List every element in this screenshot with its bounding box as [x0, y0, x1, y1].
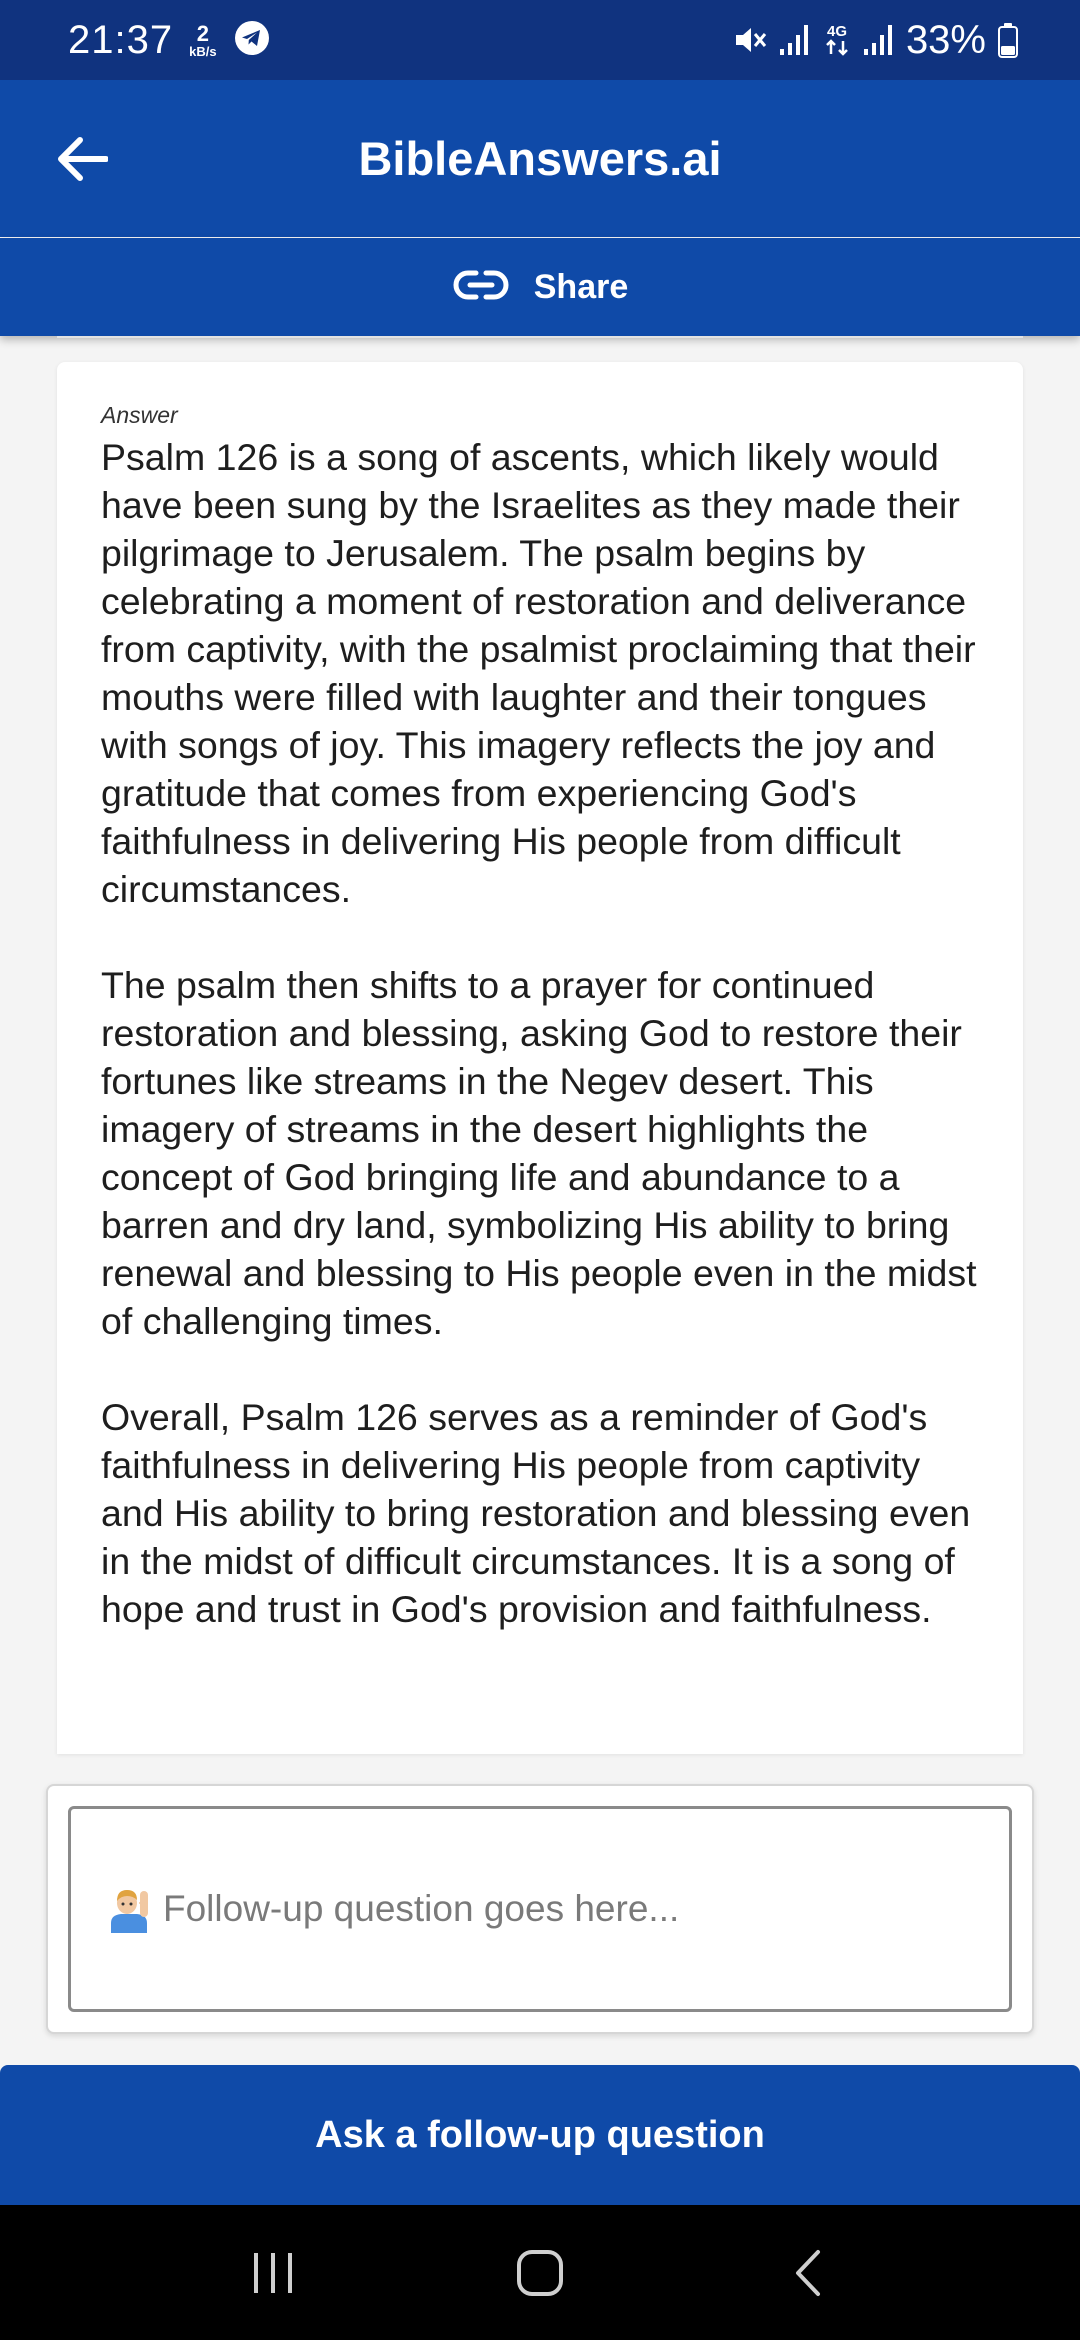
recent-apps-button[interactable] — [228, 2228, 318, 2318]
data-rate-value: 2 — [196, 20, 209, 46]
person-raising-hand-icon — [105, 1885, 153, 1933]
answer-paragraph: Overall, Psalm 126 serves as a reminder … — [101, 1396, 971, 1630]
answer-card: Answer Psalm 126 is a song of ascents, w… — [57, 362, 1023, 1754]
share-label: Share — [533, 267, 629, 306]
signal-icon — [779, 23, 810, 57]
home-button[interactable] — [495, 2228, 585, 2318]
battery-icon — [998, 22, 1018, 58]
follow-up-card — [46, 1784, 1034, 2034]
previous-card-edge — [57, 336, 1023, 338]
back-icon — [795, 2249, 820, 2296]
recent-apps-icon — [254, 2252, 293, 2293]
data-rate-unit: kB/s — [189, 43, 217, 59]
status-bar: 21:37 2 kB/s 4G 33% — [0, 0, 1080, 80]
answer-paragraph: The psalm then shifts to a prayer for co… — [101, 964, 977, 1342]
data-rate: 2 kB/s — [189, 20, 217, 59]
answer-text: Psalm 126 is a song of ascents, which li… — [101, 433, 979, 1633]
signal-icon — [863, 23, 894, 57]
status-left: 21:37 2 kB/s — [68, 18, 271, 63]
mute-icon — [732, 22, 768, 58]
ask-follow-up-label: Ask a follow-up question — [315, 2113, 765, 2156]
answer-paragraph: Psalm 126 is a song of ascents, which li… — [101, 436, 976, 910]
ask-follow-up-button[interactable]: Ask a follow-up question — [0, 2065, 1080, 2205]
nav-back-button[interactable] — [762, 2228, 852, 2318]
network-4g-icon: 4G — [822, 21, 852, 59]
home-icon — [516, 2249, 563, 2296]
back-button[interactable] — [52, 129, 112, 189]
follow-up-input[interactable] — [163, 1888, 963, 1930]
telegram-icon — [233, 19, 271, 62]
share-button[interactable]: Share — [0, 238, 1080, 336]
follow-up-input-box[interactable] — [68, 1806, 1012, 2012]
app-title: BibleAnswers.ai — [358, 132, 722, 185]
battery-percent: 33% — [905, 17, 986, 62]
app-bar: BibleAnswers.ai — [0, 80, 1080, 237]
link-icon — [452, 268, 510, 307]
system-nav-bar — [0, 2205, 1080, 2340]
status-right: 4G 33% — [732, 18, 1018, 63]
network-type-text: 4G — [827, 23, 847, 40]
answer-label: Answer — [101, 402, 178, 428]
arrow-left-icon — [58, 136, 108, 181]
status-time: 21:37 — [68, 17, 174, 62]
